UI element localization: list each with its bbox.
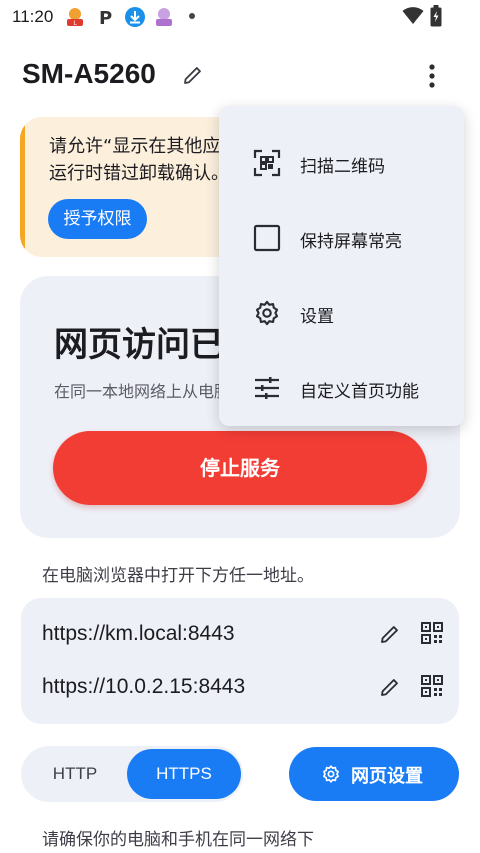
battery-charging-icon xyxy=(430,5,442,27)
edit-url-icon[interactable] xyxy=(378,622,402,646)
web-settings-label: 网页设置 xyxy=(351,766,423,787)
menu-item-customize-home[interactable]: 自定义首页功能 xyxy=(219,341,464,415)
app-notification-icon-2 xyxy=(156,8,172,26)
instructions-text: 在电脑浏览器中打开下方任一地址。 xyxy=(42,566,314,586)
web-settings-button[interactable]: 网页设置 xyxy=(289,747,459,801)
menu-item-settings[interactable]: 设置 xyxy=(219,266,464,340)
svg-text:P: P xyxy=(99,8,112,28)
menu-item-keep-screen-on[interactable]: 保持屏幕常亮 xyxy=(219,191,464,265)
url-text[interactable]: https://km.local:8443 xyxy=(42,622,235,646)
qr-code-icon[interactable] xyxy=(421,622,443,644)
url-row: https://10.0.2.15:8443 xyxy=(21,663,459,713)
protocol-option-https[interactable]: HTTPS xyxy=(127,749,241,799)
more-options-icon[interactable] xyxy=(418,62,446,90)
protocol-toggle: HTTP HTTPS xyxy=(21,746,243,802)
status-bar: 11:20 L P xyxy=(0,0,480,34)
more-notifications-dot xyxy=(189,13,195,19)
stop-service-button[interactable]: 停止服务 xyxy=(53,431,427,505)
device-title: SM-A5260 xyxy=(22,58,156,89)
grant-permission-button[interactable]: 授予权限 xyxy=(48,199,147,239)
url-text[interactable]: https://10.0.2.15:8443 xyxy=(42,675,245,699)
checkbox-icon[interactable] xyxy=(253,224,281,252)
menu-item-scan-qr[interactable]: 扫描二维码 xyxy=(219,116,464,190)
edit-url-icon[interactable] xyxy=(378,675,402,699)
menu-item-label: 设置 xyxy=(300,307,334,327)
gear-icon xyxy=(323,765,339,783)
tune-icon xyxy=(255,377,279,399)
wifi-icon xyxy=(402,7,424,24)
url-list: https://km.local:8443 https://10.0.2.15:… xyxy=(21,598,459,724)
menu-item-label: 自定义首页功能 xyxy=(300,382,419,402)
app-notification-icon: L xyxy=(67,8,83,27)
menu-item-label: 扫描二维码 xyxy=(300,157,385,177)
overflow-menu: 扫描二维码 保持屏幕常亮 设置 自定义首页功能 xyxy=(219,106,464,426)
parking-notification-icon: P xyxy=(99,8,112,28)
download-notification-icon xyxy=(125,7,145,27)
edit-title-icon[interactable] xyxy=(181,63,205,87)
url-row: https://km.local:8443 xyxy=(21,610,459,660)
network-note: 请确保你的电脑和手机在同一网络下 xyxy=(42,830,314,850)
qr-scan-icon xyxy=(253,149,281,177)
gear-icon xyxy=(255,300,279,326)
protocol-option-http[interactable]: HTTP xyxy=(21,746,129,802)
status-time: 11:20 xyxy=(12,7,54,26)
qr-code-icon[interactable] xyxy=(421,675,443,697)
menu-item-label: 保持屏幕常亮 xyxy=(300,232,402,252)
app-bar: SM-A5260 xyxy=(0,50,480,100)
